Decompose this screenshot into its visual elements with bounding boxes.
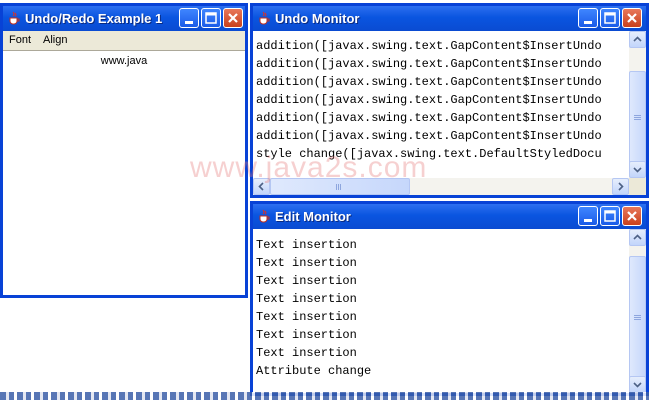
scroll-down-button[interactable]: [629, 376, 646, 393]
close-icon: [627, 211, 637, 221]
maximize-button[interactable]: [600, 8, 620, 28]
arrow-up-icon: [633, 234, 642, 240]
window-title: Undo/Redo Example 1: [25, 11, 163, 26]
edit-log-area[interactable]: Text insertion Text insertion Text inser…: [253, 229, 646, 393]
menu-font[interactable]: Font: [9, 34, 31, 46]
java-cup-icon: [259, 209, 270, 223]
log-line: Text insertion: [256, 274, 357, 288]
arrow-right-icon: [618, 182, 624, 191]
log-line: addition([javax.swing.text.GapContent$In…: [256, 75, 602, 89]
arrow-down-icon: [633, 167, 642, 173]
undo-log-lines: addition([javax.swing.text.GapContent$In…: [256, 37, 629, 178]
log-line: addition([javax.swing.text.GapContent$In…: [256, 39, 602, 53]
vertical-scrollbar[interactable]: [629, 31, 646, 178]
log-line: addition([javax.swing.text.GapContent$In…: [256, 93, 602, 107]
close-button[interactable]: [223, 8, 243, 28]
log-line: addition([javax.swing.text.GapContent$In…: [256, 57, 602, 71]
vertical-scrollbar[interactable]: [629, 229, 646, 393]
horizontal-scrollbar[interactable]: [253, 178, 629, 195]
undo-monitor-titlebar[interactable]: Undo Monitor: [253, 6, 646, 31]
arrow-down-icon: [633, 382, 642, 388]
log-line: Text insertion: [256, 292, 357, 306]
text-editor[interactable]: www.java: [3, 50, 245, 295]
log-line: style change([javax.swing.text.DefaultSt…: [256, 147, 602, 161]
close-icon: [627, 13, 637, 23]
scroll-thumb[interactable]: [270, 178, 410, 195]
arrow-up-icon: [633, 36, 642, 42]
scroll-thumb[interactable]: [629, 256, 646, 380]
scroll-up-button[interactable]: [629, 31, 646, 48]
log-line: addition([javax.swing.text.GapContent$In…: [256, 111, 602, 125]
java-cup-icon: [9, 11, 20, 25]
minimize-icon: [185, 21, 193, 24]
edit-log-lines: Text insertion Text insertion Text inser…: [256, 236, 629, 393]
background-strip: [0, 392, 649, 400]
log-line: Attribute change: [256, 364, 372, 378]
edit-monitor-window: Edit Monitor Text insertion Text inserti…: [250, 201, 649, 396]
undo-log-area[interactable]: addition([javax.swing.text.GapContent$In…: [253, 31, 646, 195]
log-line: Text insertion: [256, 310, 357, 324]
maximize-icon: [205, 12, 217, 24]
minimize-button[interactable]: [578, 206, 598, 226]
document-text: www.java: [100, 55, 148, 67]
scroll-up-button[interactable]: [629, 229, 646, 246]
window-title: Undo Monitor: [275, 11, 360, 26]
scroll-corner: [629, 178, 646, 195]
maximize-button[interactable]: [201, 8, 221, 28]
maximize-icon: [604, 210, 616, 222]
edit-monitor-titlebar[interactable]: Edit Monitor: [253, 204, 646, 229]
minimize-button[interactable]: [179, 8, 199, 28]
window-title: Edit Monitor: [275, 209, 351, 224]
log-line: Text insertion: [256, 256, 357, 270]
java-cup-icon: [259, 11, 270, 25]
maximize-icon: [604, 12, 616, 24]
scroll-left-button[interactable]: [253, 178, 270, 195]
log-line: addition([javax.swing.text.GapContent$In…: [256, 129, 602, 143]
undo-monitor-window: Undo Monitor addition([javax.swing.text.…: [250, 3, 649, 198]
scroll-down-button[interactable]: [629, 161, 646, 178]
scroll-thumb[interactable]: [629, 71, 646, 165]
log-line: Text insertion: [256, 238, 357, 252]
arrow-left-icon: [258, 182, 264, 191]
scroll-right-button[interactable]: [612, 178, 629, 195]
close-button[interactable]: [622, 8, 642, 28]
close-icon: [228, 13, 238, 23]
minimize-icon: [584, 21, 592, 24]
log-line: Text insertion: [256, 328, 357, 342]
menu-bar: Font Align: [3, 31, 245, 50]
log-line: Text insertion: [256, 346, 357, 360]
minimize-icon: [584, 219, 592, 222]
minimize-button[interactable]: [578, 8, 598, 28]
menu-align[interactable]: Align: [43, 34, 67, 46]
undo-redo-titlebar[interactable]: Undo/Redo Example 1: [3, 6, 245, 31]
undo-redo-window: Undo/Redo Example 1 Font Align www.java: [0, 3, 248, 298]
maximize-button[interactable]: [600, 206, 620, 226]
close-button[interactable]: [622, 206, 642, 226]
